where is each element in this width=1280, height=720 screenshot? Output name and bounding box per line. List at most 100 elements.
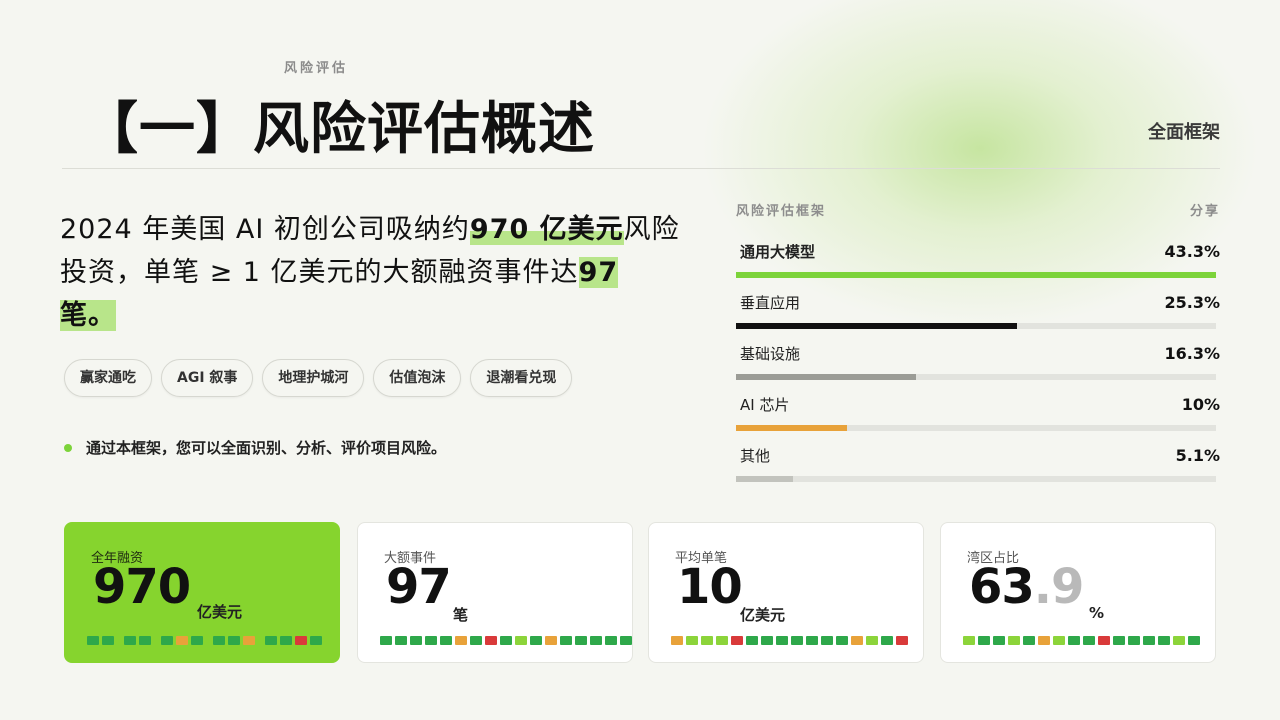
card-sparkline: [671, 636, 908, 645]
tag-geographic-moat[interactable]: 地理护城河: [262, 359, 365, 397]
sparkline-segment: [993, 636, 1005, 645]
sparkline-segment: [161, 636, 173, 645]
sparkline-segment: [836, 636, 848, 645]
lead-paragraph: 2024 年美国 AI 初创公司吸纳约970 亿美元风险投资，单笔 ≥ 1 亿美…: [60, 208, 680, 337]
sparkline-segment: [1068, 636, 1080, 645]
sparkline-segment: [686, 636, 698, 645]
sparkline-segment: [1113, 636, 1125, 645]
section-kicker: 风险评估: [284, 61, 349, 76]
sparkline-segment: [1098, 636, 1110, 645]
card-unit: 亿美元: [197, 603, 243, 621]
sparkline-segment: [176, 636, 188, 645]
sparkline-segment: [821, 636, 833, 645]
sparkline-segment: [963, 636, 975, 645]
row-value: 25.3%: [1164, 293, 1220, 312]
tag-winner-takes-all[interactable]: 赢家通吃: [64, 359, 152, 397]
card-unit: 亿美元: [740, 606, 786, 624]
sparkline-segment: [410, 636, 422, 645]
sparkline-segment: [620, 636, 632, 645]
sparkline-segment: [1158, 636, 1170, 645]
card-unit: 笔: [453, 606, 469, 624]
sparkline-segment: [701, 636, 713, 645]
breakdown-row: 通用大模型 43.3%: [736, 241, 1220, 292]
sparkline-segment: [761, 636, 773, 645]
sparkline-segment: [716, 636, 728, 645]
page-title: 【一】风险评估概述: [82, 97, 595, 162]
sparkline-segment: [455, 636, 467, 645]
sparkline-segment: [395, 636, 407, 645]
sparkline-segment: [485, 636, 497, 645]
tag-list: 赢家通吃 AGI 叙事 地理护城河 估值泡沫 退潮看兑现: [64, 359, 573, 397]
tag-valuation-bubble[interactable]: 估值泡沫: [373, 359, 462, 397]
tag-ebb-tide[interactable]: 退潮看兑现: [470, 359, 573, 397]
progress-track: [736, 425, 1216, 431]
progress-track: [736, 374, 1216, 380]
risk-framework-panel: 风险评估框架 分享 通用大模型 43.3% 垂直应用 25.3% 基础设施 16.3%…: [736, 200, 1220, 496]
sparkline-segment: [1188, 636, 1200, 645]
bullet-dot-icon: [64, 443, 72, 452]
sparkline-segment: [731, 636, 743, 645]
sparkline-segment: [470, 636, 482, 645]
progress-fill: [736, 476, 793, 482]
card-sparkline: [87, 636, 322, 645]
row-label: 其他: [740, 447, 771, 465]
sparkline-segment: [117, 636, 121, 645]
breakdown-row: 其他 5.1%: [736, 445, 1220, 496]
note-text: 通过本框架，您可以全面识别、分析、评价项目风险。: [86, 439, 447, 457]
sparkline-segment: [791, 636, 803, 645]
progress-fill: [736, 272, 1216, 278]
header-divider: [62, 168, 1220, 169]
sparkline-segment: [605, 636, 617, 645]
card-value-frac: .9: [1033, 559, 1085, 615]
sparkline-segment: [124, 636, 136, 645]
card-sparkline: [963, 636, 1200, 645]
share-button[interactable]: 分享: [1190, 200, 1220, 219]
sparkline-segment: [213, 636, 225, 645]
panel-header: 风险评估框架 分享: [736, 200, 1220, 219]
row-label: 基础设施: [740, 345, 801, 363]
card-value-int: 63: [969, 559, 1035, 615]
sparkline-segment: [590, 636, 602, 645]
row-value: 10%: [1181, 395, 1220, 414]
sparkline-segment: [1038, 636, 1050, 645]
sparkline-segment: [746, 636, 758, 645]
sparkline-segment: [139, 636, 151, 645]
card-value: 970: [93, 559, 191, 615]
sparkline-segment: [1143, 636, 1155, 645]
sparkline-segment: [228, 636, 240, 645]
breakdown-rows: 通用大模型 43.3% 垂直应用 25.3% 基础设施 16.3% AI 芯片 10% …: [736, 241, 1220, 496]
card-value: 10: [677, 559, 743, 615]
row-value: 43.3%: [1164, 242, 1220, 261]
sparkline-segment: [671, 636, 683, 645]
progress-fill: [736, 425, 847, 431]
sparkline-segment: [500, 636, 512, 645]
sparkline-segment: [851, 636, 863, 645]
stat-card-total-funding: 全年融资 970 亿美元: [64, 522, 340, 663]
sparkline-segment: [310, 636, 322, 645]
sparkline-segment: [425, 636, 437, 645]
sparkline-segment: [1053, 636, 1065, 645]
card-value: 63.9: [969, 559, 1085, 615]
row-value: 16.3%: [1164, 344, 1220, 363]
sparkline-segment: [560, 636, 572, 645]
lead-highlight-amount: 970 亿美元: [469, 214, 624, 245]
sparkline-segment: [896, 636, 908, 645]
sparkline-segment: [206, 636, 210, 645]
sparkline-segment: [1008, 636, 1020, 645]
sparkline-segment: [776, 636, 788, 645]
sparkline-segment: [243, 636, 255, 645]
progress-track: [736, 323, 1216, 329]
sparkline-segment: [1083, 636, 1095, 645]
stat-card-avg-deal: 平均单笔 10 亿美元: [648, 522, 924, 663]
sparkline-segment: [545, 636, 557, 645]
progress-track: [736, 476, 1216, 482]
tag-agi-narrative[interactable]: AGI 叙事: [161, 359, 254, 397]
sparkline-segment: [978, 636, 990, 645]
sparkline-segment: [575, 636, 587, 645]
sparkline-segment: [1173, 636, 1185, 645]
sparkline-segment: [154, 636, 158, 645]
row-label: AI 芯片: [740, 396, 790, 414]
sparkline-segment: [515, 636, 527, 645]
card-unit: %: [1089, 604, 1105, 622]
row-label: 垂直应用: [740, 294, 801, 312]
